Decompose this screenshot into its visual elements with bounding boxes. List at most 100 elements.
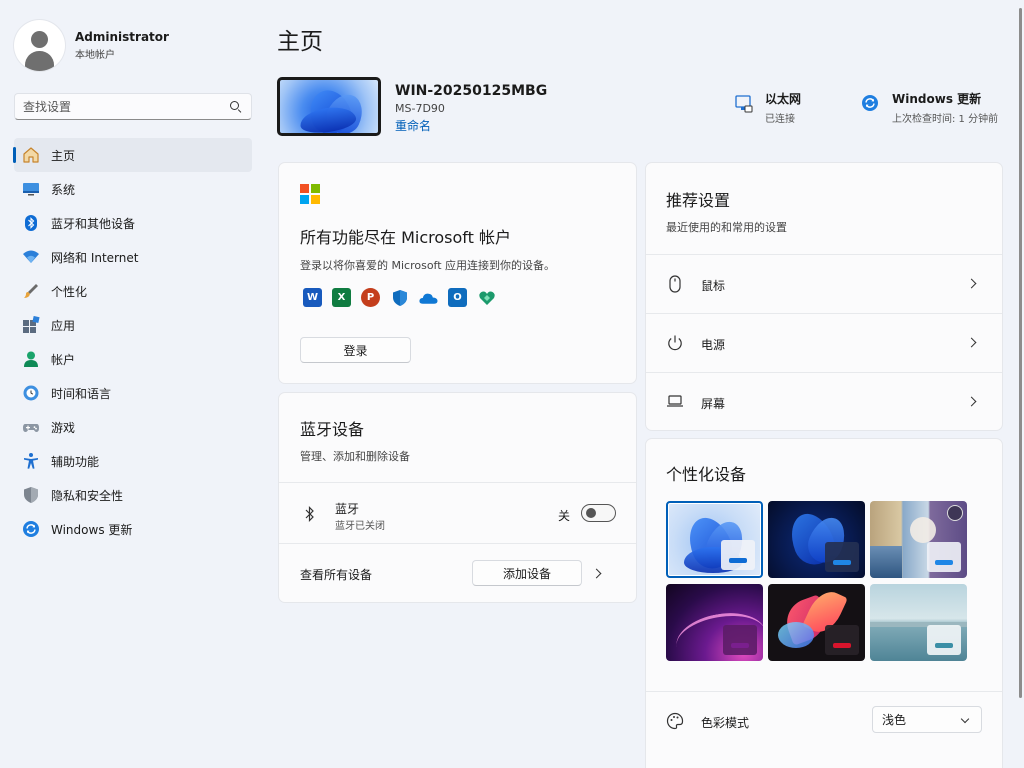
- update-subtitle: 上次检查时间: 1 分钟前: [892, 114, 999, 125]
- accessibility-icon: [22, 452, 40, 470]
- sidebar-item-label: 帐户: [51, 352, 76, 367]
- theme-preview-window: [825, 542, 859, 572]
- sidebar-item-personalization[interactable]: 个性化: [14, 274, 252, 308]
- spotlight-badge-icon: [947, 505, 963, 521]
- scrollbar[interactable]: [1019, 8, 1022, 698]
- sidebar-item-apps[interactable]: 应用: [14, 308, 252, 342]
- avatar[interactable]: [14, 20, 65, 71]
- sidebar-item-system[interactable]: 系统: [14, 172, 252, 206]
- app-icons-row: W X P O: [303, 288, 506, 307]
- update-title: Windows 更新: [892, 92, 982, 106]
- chevron-right-icon: [966, 278, 977, 289]
- recommended-title: 推荐设置: [666, 191, 731, 210]
- divider: [279, 482, 636, 483]
- sidebar-item-privacy[interactable]: 隐私和安全性: [14, 478, 252, 512]
- sidebar-item-bluetooth[interactable]: 蓝牙和其他设备: [14, 206, 252, 240]
- sidebar-item-label: 游戏: [51, 420, 76, 435]
- mouse-icon: [667, 275, 685, 293]
- update-icon: [861, 94, 881, 114]
- view-all-devices-label[interactable]: 查看所有设备: [300, 566, 372, 583]
- search-box[interactable]: [14, 93, 252, 120]
- signin-button[interactable]: 登录: [300, 337, 411, 363]
- device-name: WIN-20250125MBG: [395, 83, 548, 99]
- theme-preview-window: [927, 542, 961, 572]
- microsoft-card-subtitle: 登录以将你喜爱的 Microsoft 应用连接到你的设备。: [300, 259, 556, 272]
- microsoft-card-title: 所有功能尽在 Microsoft 帐户: [300, 228, 511, 247]
- wallpaper-theme-dark[interactable]: [768, 501, 865, 578]
- word-icon: W: [303, 288, 322, 307]
- sidebar-item-label: 网络和 Internet: [51, 250, 139, 265]
- sidebar-item-accounts[interactable]: 帐户: [14, 342, 252, 376]
- ethernet-icon: [734, 94, 754, 114]
- theme-preview-window: [721, 540, 755, 570]
- defender-icon: [390, 288, 409, 307]
- divider: [279, 543, 636, 544]
- page-title: 主页: [277, 29, 323, 55]
- recommended-settings-card: 推荐设置 最近使用的和常用的设置 鼠标 电源 屏幕: [645, 162, 1003, 431]
- device-model: MS-7D90: [395, 102, 445, 115]
- bluetooth-label: 蓝牙: [335, 502, 360, 516]
- sidebar-item-label: 隐私和安全性: [51, 488, 124, 503]
- recommended-subtitle: 最近使用的和常用的设置: [666, 221, 787, 234]
- chevron-down-icon: [960, 714, 970, 724]
- laptop-icon: [666, 393, 684, 411]
- wallpaper-theme-spotlight[interactable]: [870, 501, 967, 578]
- ethernet-subtitle: 已连接: [765, 114, 795, 125]
- sidebar-item-label: Windows 更新: [51, 522, 133, 537]
- add-device-button[interactable]: 添加设备: [472, 560, 582, 586]
- wallpaper-theme-flow[interactable]: [870, 584, 967, 661]
- device-wallpaper-thumbnail: [277, 77, 381, 136]
- gamepad-icon: [22, 418, 40, 436]
- theme-preview-window: [723, 625, 757, 655]
- sidebar-item-gaming[interactable]: 游戏: [14, 410, 252, 444]
- sidebar-item-windows-update[interactable]: Windows 更新: [14, 512, 252, 546]
- theme-preview-window: [927, 625, 961, 655]
- theme-preview-window: [825, 625, 859, 655]
- powerpoint-icon: P: [361, 288, 380, 307]
- divider: [646, 372, 1002, 373]
- sidebar: Administrator 本地帐户 主页 系统 蓝牙和其他设备: [0, 0, 264, 768]
- divider: [646, 254, 1002, 255]
- wallpaper-theme-captured-motion[interactable]: [768, 584, 865, 661]
- nav-list: 主页 系统 蓝牙和其他设备 网络和 Internet 个性化 应用 帐户 时间和…: [13, 138, 252, 546]
- excel-icon: X: [332, 288, 351, 307]
- search-icon[interactable]: [229, 100, 243, 114]
- sidebar-item-label: 主页: [51, 148, 76, 163]
- recommended-item-label: 电源: [701, 338, 726, 352]
- color-mode-value: 浅色: [882, 713, 907, 727]
- bluetooth-toggle[interactable]: [581, 504, 616, 522]
- recommended-item-label: 屏幕: [701, 397, 726, 411]
- apps-icon: [22, 316, 40, 334]
- color-mode-label: 色彩模式: [701, 716, 750, 730]
- bluetooth-icon: [22, 214, 40, 232]
- sidebar-item-accessibility[interactable]: 辅助功能: [14, 444, 252, 478]
- family-icon: [477, 288, 496, 307]
- color-mode-dropdown[interactable]: 浅色: [872, 706, 982, 733]
- ethernet-status[interactable]: 以太网 已连接: [734, 90, 801, 125]
- sidebar-item-home[interactable]: 主页: [13, 138, 252, 172]
- palette-icon: [666, 712, 684, 730]
- personalization-title: 个性化设备: [666, 465, 747, 484]
- wallpaper-theme-glow[interactable]: [666, 584, 763, 661]
- onedrive-icon: [419, 288, 438, 307]
- account-type: 本地帐户: [75, 50, 115, 61]
- rename-link[interactable]: 重命名: [395, 117, 547, 134]
- wallpaper-theme-light-selected[interactable]: [666, 501, 763, 578]
- update-icon: [22, 520, 40, 538]
- search-input[interactable]: [23, 99, 229, 114]
- monitor-icon: [22, 180, 40, 198]
- sidebar-item-network[interactable]: 网络和 Internet: [14, 240, 252, 274]
- sidebar-item-label: 个性化: [51, 284, 88, 299]
- divider: [646, 313, 1002, 314]
- sidebar-item-label: 时间和语言: [51, 386, 112, 401]
- user-profile[interactable]: Administrator 本地帐户: [14, 20, 169, 71]
- chevron-right-icon: [966, 337, 977, 348]
- bluetooth-icon: [302, 505, 320, 523]
- sidebar-item-time-language[interactable]: 时间和语言: [14, 376, 252, 410]
- home-icon: [22, 146, 40, 164]
- device-summary: WIN-20250125MBG MS-7D90 重命名: [277, 77, 547, 136]
- recommended-item-label: 鼠标: [701, 279, 726, 293]
- update-status[interactable]: Windows 更新 上次检查时间: 1 分钟前: [861, 90, 998, 125]
- chevron-right-icon[interactable]: [591, 568, 602, 579]
- person-icon: [22, 350, 40, 368]
